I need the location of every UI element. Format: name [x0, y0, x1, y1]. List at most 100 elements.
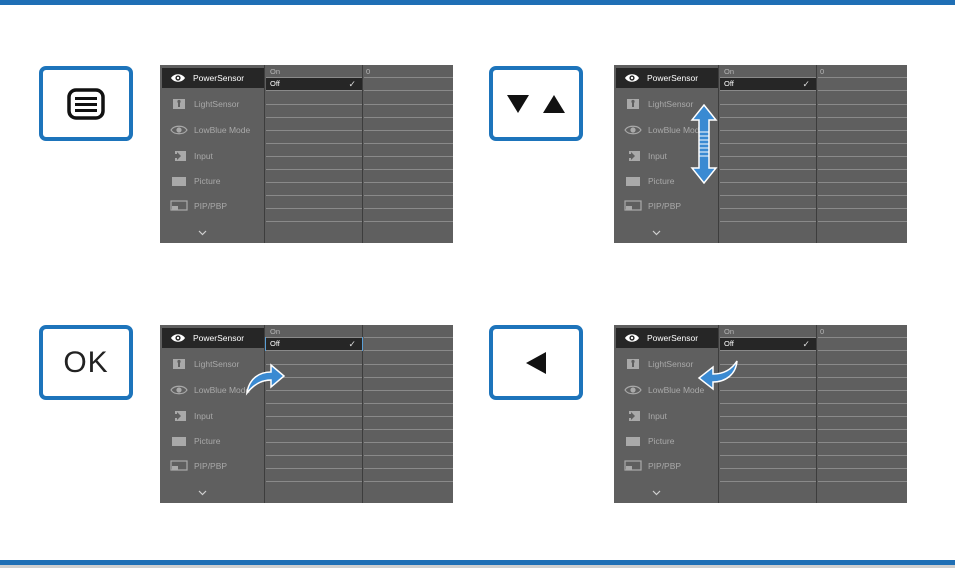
osd-grid-line: [818, 350, 907, 351]
eye-icon: [169, 331, 187, 345]
osd-screen-step-2: PowerSensor LightSensor LowBlue Mode Input P…: [614, 65, 907, 243]
osd-grid-line: [818, 143, 907, 144]
osd-grid-line: [364, 208, 453, 209]
osd-grid-line: [266, 403, 362, 404]
osd-grid-line: [266, 90, 362, 91]
osd-grid-line: [818, 195, 907, 196]
osd-option-off[interactable]: Off ✓: [720, 338, 816, 350]
osd-grid-line: [266, 104, 362, 105]
osd-menu-item-powersensor[interactable]: PowerSensor: [616, 68, 718, 88]
pip-icon: [624, 459, 642, 473]
osd-menu-item-powersensor[interactable]: PowerSensor: [162, 68, 264, 88]
osd-grid-line: [818, 377, 907, 378]
checkmark-icon: ✓: [802, 79, 810, 89]
osd-grid-line: [266, 468, 362, 469]
osd-grid-line: [720, 416, 816, 417]
osd-menu-item-picture[interactable]: Picture: [163, 171, 263, 191]
osd-grid-line: [818, 208, 907, 209]
osd-menu-item-pip-pbp[interactable]: PIP/PBP: [617, 456, 717, 476]
osd-grid-line: [818, 429, 907, 430]
osd-menu-item-powersensor[interactable]: PowerSensor: [616, 328, 718, 348]
osd-column-divider: [718, 325, 719, 503]
osd-grid-line: [818, 90, 907, 91]
pip-icon: [170, 199, 188, 213]
osd-option-off[interactable]: Off ✓: [266, 78, 362, 90]
osd-grid-line: [364, 364, 453, 365]
osd-column-divider: [816, 325, 817, 503]
osd-grid-line: [364, 416, 453, 417]
osd-grid-line: [266, 195, 362, 196]
osd-menu-item-lightsensor[interactable]: LightSensor: [163, 94, 263, 114]
osd-grid-line: [818, 156, 907, 157]
osd-option-off[interactable]: Off ✓: [265, 337, 363, 351]
osd-grid-line: [364, 429, 453, 430]
left-key[interactable]: [489, 325, 583, 400]
osd-menu-item-input[interactable]: Input: [617, 406, 717, 426]
osd-menu-item-pip-pbp[interactable]: PIP/PBP: [163, 196, 263, 216]
osd-grid-line: [364, 468, 453, 469]
osd-grid-line: [818, 364, 907, 365]
eye-icon: [623, 71, 641, 85]
osd-menu-item-powersensor[interactable]: PowerSensor: [162, 328, 264, 348]
osd-grid-line: [818, 403, 907, 404]
osd-value-readout: 0: [820, 67, 825, 76]
top-border: [0, 0, 955, 5]
osd-grid-line: [720, 77, 816, 78]
osd-menu-item-input[interactable]: Input: [163, 146, 263, 166]
osd-option-label: On: [724, 327, 735, 336]
osd-menu-item-label: Picture: [648, 176, 675, 186]
osd-menu-item-label: Picture: [194, 176, 221, 186]
osd-grid-line: [720, 156, 816, 157]
osd-grid-line: [818, 390, 907, 391]
osd-grid-line: [720, 195, 816, 196]
osd-menu-item-pip-pbp[interactable]: PIP/PBP: [617, 196, 717, 216]
input-icon: [170, 409, 188, 423]
input-icon: [170, 149, 188, 163]
osd-grid-line: [720, 143, 816, 144]
osd-menu-item-label: LightSensor: [194, 99, 240, 109]
lowblue-eye-icon: [170, 383, 188, 397]
light-sensor-icon: [170, 357, 188, 371]
osd-grid-line: [266, 117, 362, 118]
osd-grid-line: [266, 337, 362, 338]
light-sensor-icon: [624, 97, 642, 111]
osd-menu-item-lowblue-mode[interactable]: LowBlue Mode: [163, 120, 263, 140]
osd-menu-item-label: Input: [194, 151, 213, 161]
osd-menu-item-picture[interactable]: Picture: [617, 431, 717, 451]
osd-menu-item-pip-pbp[interactable]: PIP/PBP: [163, 456, 263, 476]
chevron-down-icon[interactable]: [652, 228, 661, 238]
ok-key[interactable]: OK: [39, 325, 133, 400]
osd-grid-line: [266, 350, 362, 351]
vertical-scroll-arrow-icon: [690, 104, 718, 184]
osd-grid-line: [266, 481, 362, 482]
osd-grid-line: [364, 143, 453, 144]
osd-grid-line: [720, 208, 816, 209]
chevron-down-icon[interactable]: [652, 488, 661, 498]
osd-column-divider: [718, 65, 719, 243]
osd-grid-line: [720, 403, 816, 404]
osd-grid-line: [266, 169, 362, 170]
picture-icon: [170, 174, 188, 188]
light-sensor-icon: [170, 97, 188, 111]
chevron-down-icon[interactable]: [198, 488, 207, 498]
osd-grid-line: [720, 169, 816, 170]
chevron-down-icon[interactable]: [198, 228, 207, 238]
down-up-key[interactable]: [489, 66, 583, 141]
checkmark-icon: ✓: [348, 339, 356, 349]
osd-column-divider: [362, 325, 363, 503]
down-up-triangles-icon: [507, 94, 565, 113]
osd-menu-item-label: Picture: [648, 436, 675, 446]
menu-key[interactable]: [39, 66, 133, 141]
curved-left-arrow-icon: [697, 360, 738, 391]
osd-grid-line: [364, 403, 453, 404]
osd-menu-item-picture[interactable]: Picture: [163, 431, 263, 451]
osd-column-divider: [816, 65, 817, 243]
osd-grid-line: [818, 468, 907, 469]
osd-option-off[interactable]: Off ✓: [720, 78, 816, 90]
osd-grid-line: [818, 104, 907, 105]
osd-menu-item-label: LightSensor: [648, 99, 694, 109]
lowblue-eye-icon: [624, 383, 642, 397]
osd-grid-line: [266, 416, 362, 417]
osd-grid-line: [364, 481, 453, 482]
osd-menu-item-input[interactable]: Input: [163, 406, 263, 426]
